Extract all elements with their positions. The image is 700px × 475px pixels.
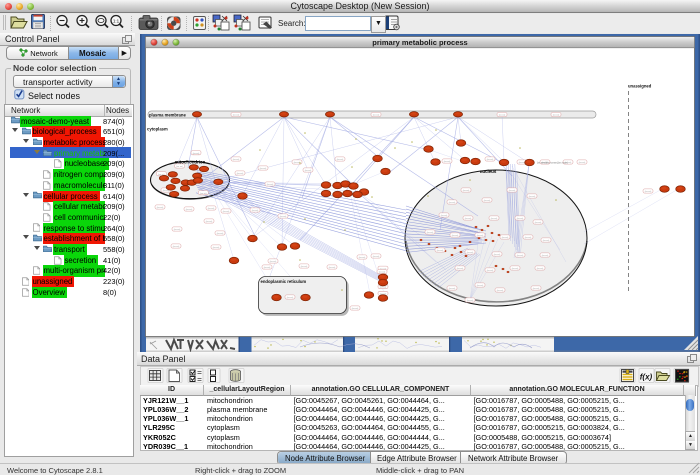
svg-text:(xx xx): (xx xx) [301,266,308,268]
svg-text:(xx xx): (xx xx) [233,159,240,161]
svg-text:(xx xx): (xx xx) [373,115,380,117]
svg-text:(xx xx): (xx xx) [173,246,180,248]
svg-text:(xx xx): (xx xx) [477,235,484,237]
svg-text:(xx xx): (xx xx) [208,208,215,210]
svg-text:(xx xx): (xx xx) [305,170,312,172]
svg-text:(xx xx): (xx xx) [193,153,200,155]
svg-text:(xx xx): (xx xx) [487,270,494,272]
svg-text:(xx xx): (xx xx) [444,161,451,163]
svg-text:cytoplasm: cytoplasm [147,127,168,132]
svg-text:unassigned: unassigned [628,84,652,89]
svg-text:(xx xx): (xx xx) [497,290,504,292]
svg-text:(xx xx): (xx xx) [509,190,516,192]
svg-text:(xx xx): (xx xx) [467,300,474,302]
svg-text:(xx xx): (xx xx) [329,267,336,269]
svg-text:(xx xx): (xx xx) [517,255,524,257]
svg-text:(xx xx): (xx xx) [529,196,536,198]
svg-text:(xx xx): (xx xx) [499,115,506,117]
svg-text:(xx xx): (xx xx) [163,190,170,192]
svg-text:(xx xx): (xx xx) [379,272,386,274]
svg-text:(xx xx): (xx xx) [533,288,540,290]
svg-text:(xx xx): (xx xx) [463,190,470,192]
svg-text:(xx xx): (xx xx) [176,166,183,168]
svg-text:f(x): f(x) [640,373,653,382]
svg-text:(xx xx): (xx xx) [512,268,519,270]
svg-text:(xx xx): (xx xx) [174,229,181,231]
svg-text:(xx xx): (xx xx) [217,233,224,235]
svg-text:(xx xx): (xx xx) [465,218,472,220]
svg-text:(xx xx): (xx xx) [237,173,244,175]
svg-text:(xx xx): (xx xx) [542,255,549,257]
svg-text:(xx xx): (xx xx) [579,162,586,164]
svg-text:(xx xx): (xx xx) [494,254,501,256]
svg-text:(xx xx): (xx xx) [380,287,387,289]
svg-text:(xx xx): (xx xx) [467,252,474,254]
svg-text:(xx xx): (xx xx) [427,232,434,234]
svg-text:(xx xx): (xx xx) [491,218,498,220]
svg-text:(xx xx): (xx xx) [645,191,652,193]
svg-text:(xx xx): (xx xx) [213,247,220,249]
svg-text:(xx xx): (xx xx) [441,215,448,217]
svg-text:plasma membrane: plasma membrane [149,113,186,118]
svg-text:(xx xx): (xx xx) [270,261,277,263]
svg-text:nucleus: nucleus [480,169,497,174]
svg-text:(xx xx): (xx xx) [452,235,459,237]
svg-text:(xx xx): (xx xx) [487,159,494,161]
svg-text:(xx xx): (xx xx) [449,288,456,290]
svg-text:(xx xx): (xx xx) [352,308,359,310]
svg-text:(xx xx): (xx xx) [484,200,491,202]
svg-text:(xx xx): (xx xx) [373,256,380,258]
svg-text:(xx xx): (xx xx) [437,250,444,252]
svg-text:(xx xx): (xx xx) [359,257,366,259]
svg-text:(xx xx): (xx xx) [449,202,456,204]
svg-text:(xx xx): (xx xx) [337,159,344,161]
svg-text:(xx xx): (xx xx) [525,237,532,239]
svg-text:(xx xx): (xx xx) [502,237,509,239]
svg-text:(xx xx): (xx xx) [477,285,484,287]
svg-text:(xx xx): (xx xx) [280,216,287,218]
svg-text:(xx xx): (xx xx) [535,222,542,224]
svg-text:(xx xx): (xx xx) [264,267,271,269]
svg-text:(xx xxxx)(xx xxxxxx)(xx xxxx): (xx xxxx)(xx xxxxxx)(xx xxxx) [537,161,568,164]
svg-text:(xx xx): (xx xx) [260,168,267,170]
svg-text:(xx xx): (xx xx) [537,268,544,270]
svg-text:(xx xx): (xx xx) [252,210,259,212]
svg-text:(xx xx): (xx xx) [206,221,213,223]
svg-text:(xx xx): (xx xx) [457,268,464,270]
svg-text:(xx xx): (xx xx) [233,115,240,117]
svg-text:(xx xx): (xx xx) [287,297,294,299]
svg-text:endoplasmic reticulum: endoplasmic reticulum [261,279,307,284]
svg-text:1:1: 1:1 [113,19,120,24]
svg-text:(xx xx): (xx xx) [517,218,524,220]
svg-text:(xx xx): (xx xx) [553,115,560,117]
svg-text:primary metabolic process: primary metabolic process [372,38,467,47]
svg-text:(xx xx): (xx xx) [186,209,193,211]
svg-text:(xx xx): (xx xx) [223,211,230,213]
svg-text:(xx xx): (xx xx) [157,207,164,209]
svg-text:(xx xx): (xx xx) [200,193,207,195]
svg-text:(xx xx): (xx xx) [267,184,274,186]
svg-text:(xx xx): (xx xx) [543,240,550,242]
